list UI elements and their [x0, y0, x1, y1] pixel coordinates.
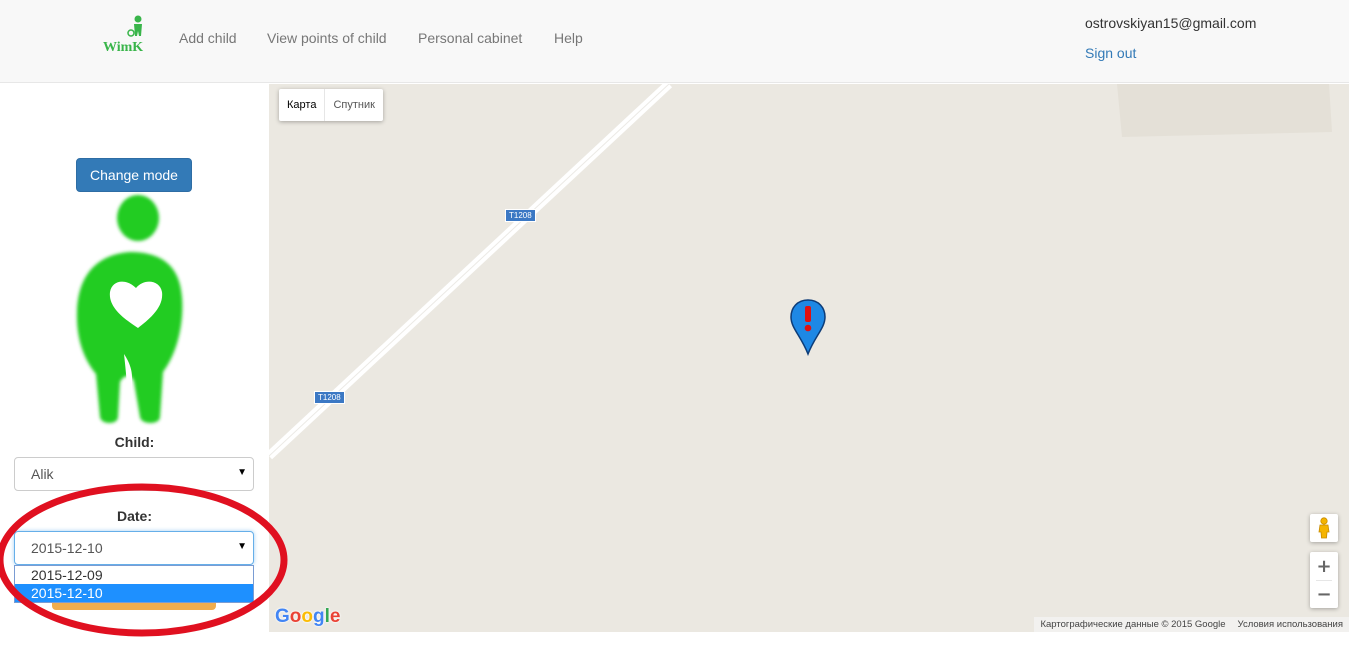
- change-mode-button[interactable]: Change mode: [76, 158, 192, 192]
- caret-down-icon: ▼: [237, 467, 247, 478]
- google-logo-icon: Google: [275, 606, 341, 627]
- zoom-in-button[interactable]: +: [1310, 552, 1338, 580]
- map-type-satellite-button[interactable]: Спутник: [325, 89, 382, 121]
- zoom-divider: [1316, 580, 1332, 581]
- nav-add-child[interactable]: Add child: [179, 30, 237, 46]
- nav-personal-cabinet[interactable]: Personal cabinet: [418, 30, 522, 46]
- alert-map-marker-icon[interactable]: [789, 298, 827, 357]
- nav-help[interactable]: Help: [554, 30, 583, 46]
- map-type-control: Карта Спутник: [279, 89, 383, 121]
- user-email: ostrovskiyan15@gmail.com: [1085, 15, 1257, 31]
- child-select[interactable]: Alik ▼: [14, 457, 254, 491]
- child-select-value: Alik: [31, 466, 54, 482]
- caret-down-icon: ▼: [237, 541, 247, 552]
- brand-text: WimK: [103, 40, 143, 54]
- zoom-out-button[interactable]: −: [1310, 580, 1338, 608]
- map-canvas[interactable]: Карта Спутник T1208 T1208 + − Google Кар…: [269, 84, 1349, 632]
- date-select[interactable]: 2015-12-10 ▼: [14, 531, 254, 565]
- sign-out-link[interactable]: Sign out: [1085, 45, 1136, 61]
- sidebar: Change mode Child: Alik ▼ Date: 2015-12-…: [0, 84, 288, 647]
- date-option[interactable]: 2015-12-09: [15, 566, 253, 584]
- road-label: T1208: [314, 391, 345, 404]
- map-data-attribution: Картографические данные © 2015 Google: [1040, 619, 1226, 630]
- terms-of-use-link[interactable]: Условия использования: [1238, 619, 1343, 630]
- top-navbar: WimK Add child View points of child Pers…: [0, 0, 1349, 83]
- date-dropdown-list: 2015-12-09 2015-12-10: [14, 565, 254, 603]
- road-label: T1208: [505, 209, 536, 222]
- map-attribution-bar: Картографические данные © 2015 Google Ус…: [1034, 617, 1349, 632]
- date-label: Date:: [116, 508, 152, 524]
- nav-view-points[interactable]: View points of child: [267, 30, 387, 46]
- date-select-value: 2015-12-10: [31, 540, 103, 556]
- map-roads: [269, 84, 1332, 460]
- zoom-control: + −: [1310, 552, 1338, 608]
- wimk-logo-icon[interactable]: WimK: [101, 14, 161, 55]
- map-type-map-button[interactable]: Карта: [279, 89, 326, 121]
- child-label: Child:: [114, 434, 155, 450]
- date-option-selected[interactable]: 2015-12-10: [15, 584, 253, 602]
- child-figure-icon: [70, 192, 190, 428]
- street-view-pegman-icon[interactable]: [1310, 514, 1338, 542]
